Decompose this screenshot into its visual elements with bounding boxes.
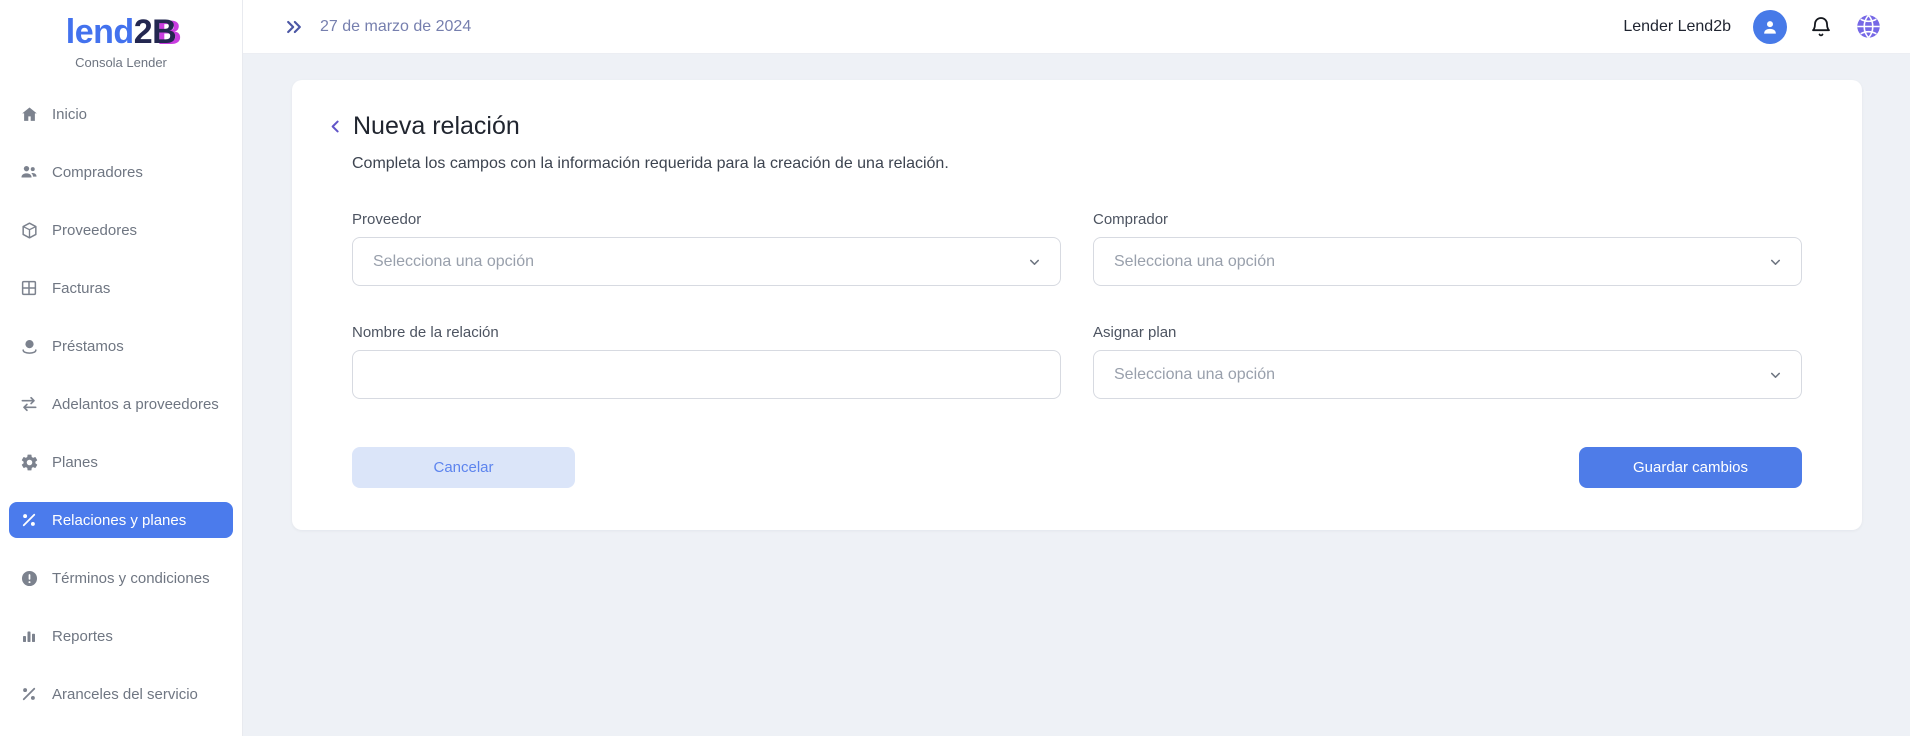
sidebar-item-terminos[interactable]: Términos y condiciones — [9, 560, 233, 596]
nombre-relacion-label: Nombre de la relación — [352, 324, 1061, 341]
comprador-select[interactable]: Selecciona una opción — [1093, 237, 1802, 286]
save-button[interactable]: Guardar cambios — [1579, 447, 1802, 488]
percent-icon — [19, 684, 39, 704]
globe-icon[interactable] — [1855, 13, 1882, 40]
svg-text:$: $ — [27, 341, 31, 348]
sidebar-item-reportes[interactable]: Reportes — [9, 618, 233, 654]
sidebar-item-label: Compradores — [52, 164, 143, 181]
topbar: 27 de marzo de 2024 Lender Lend2b — [243, 0, 1910, 54]
topbar-right: Lender Lend2b — [1623, 10, 1882, 44]
sidebar-item-label: Planes — [52, 454, 98, 471]
sidebar-item-relaciones-y-planes[interactable]: Relaciones y planes — [9, 502, 233, 538]
field-asignar-plan: Asignar plan Selecciona una opción — [1093, 324, 1802, 399]
asignar-plan-select-placeholder: Selecciona una opción — [1114, 366, 1275, 384]
gear-icon — [19, 452, 39, 472]
sidebar-item-facturas[interactable]: Facturas — [9, 270, 233, 306]
nombre-relacion-input[interactable] — [352, 350, 1061, 399]
sidebar-item-compradores[interactable]: Compradores — [9, 154, 233, 190]
percent-icon — [19, 510, 39, 530]
proveedor-select[interactable]: Selecciona una opción — [352, 237, 1061, 286]
page-title: Nueva relación — [353, 112, 520, 141]
coin-icon: $ — [19, 336, 39, 356]
logo-part-dark: 2 — [134, 13, 152, 51]
sidebar-item-adelantos[interactable]: Adelantos a proveedores — [9, 386, 233, 422]
logo-subtitle: Consola Lender — [0, 55, 242, 70]
sidebar-item-prestamos[interactable]: $ Préstamos — [9, 328, 233, 364]
page-subtitle: Completa los campos con la información r… — [352, 155, 1802, 173]
asignar-plan-select[interactable]: Selecciona una opción — [1093, 350, 1802, 399]
sidebar-item-label: Relaciones y planes — [52, 512, 186, 529]
relation-form: Proveedor Selecciona una opción Comprado… — [352, 211, 1802, 399]
asignar-plan-label: Asignar plan — [1093, 324, 1802, 341]
chevron-down-icon — [1768, 367, 1783, 382]
cancel-button[interactable]: Cancelar — [352, 447, 575, 488]
form-footer: Cancelar Guardar cambios — [352, 447, 1802, 488]
field-nombre-relacion: Nombre de la relación — [352, 324, 1061, 399]
swap-icon — [19, 394, 39, 414]
avatar-icon[interactable] — [1753, 10, 1787, 44]
grid-icon — [19, 278, 39, 298]
logo-part-blue: lend — [66, 13, 134, 51]
sidebar-item-label: Términos y condiciones — [52, 570, 210, 587]
users-icon — [19, 162, 39, 182]
sidebar-item-label: Inicio — [52, 106, 87, 123]
bar-chart-icon — [19, 626, 39, 646]
comprador-label: Comprador — [1093, 211, 1802, 228]
app-logo: lend2B Consola Lender — [0, 0, 242, 70]
sidebar-item-label: Facturas — [52, 280, 110, 297]
logo-text: lend2B — [0, 14, 242, 51]
package-icon — [19, 220, 39, 240]
current-date: 27 de marzo de 2024 — [320, 18, 471, 36]
sidebar-nav: Inicio Compradores Proveedores Facturas … — [0, 96, 242, 712]
sidebar: lend2B Consola Lender Inicio Compradores… — [0, 0, 243, 736]
home-icon — [19, 104, 39, 124]
sidebar-item-proveedores[interactable]: Proveedores — [9, 212, 233, 248]
double-chevron-right-icon[interactable] — [284, 17, 304, 37]
proveedor-label: Proveedor — [352, 211, 1061, 228]
chevron-down-icon — [1027, 254, 1042, 269]
alert-circle-icon — [19, 568, 39, 588]
main-content: Nueva relación Completa los campos con l… — [243, 54, 1910, 736]
back-chevron-icon[interactable] — [327, 118, 344, 135]
chevron-down-icon — [1768, 254, 1783, 269]
sidebar-item-label: Aranceles del servicio — [52, 686, 198, 703]
field-proveedor: Proveedor Selecciona una opción — [352, 211, 1061, 286]
sidebar-item-label: Reportes — [52, 628, 113, 645]
user-name: Lender Lend2b — [1623, 18, 1731, 36]
sidebar-item-label: Proveedores — [52, 222, 137, 239]
sidebar-item-aranceles[interactable]: Aranceles del servicio — [9, 676, 233, 712]
new-relation-card: Nueva relación Completa los campos con l… — [292, 80, 1862, 530]
sidebar-item-planes[interactable]: Planes — [9, 444, 233, 480]
sidebar-item-label: Adelantos a proveedores — [52, 396, 219, 413]
proveedor-select-placeholder: Selecciona una opción — [373, 253, 534, 271]
sidebar-item-inicio[interactable]: Inicio — [9, 96, 233, 132]
logo-part-accent: B — [152, 13, 176, 51]
bell-icon[interactable] — [1809, 15, 1833, 39]
sidebar-item-label: Préstamos — [52, 338, 124, 355]
comprador-select-placeholder: Selecciona una opción — [1114, 253, 1275, 271]
field-comprador: Comprador Selecciona una opción — [1093, 211, 1802, 286]
